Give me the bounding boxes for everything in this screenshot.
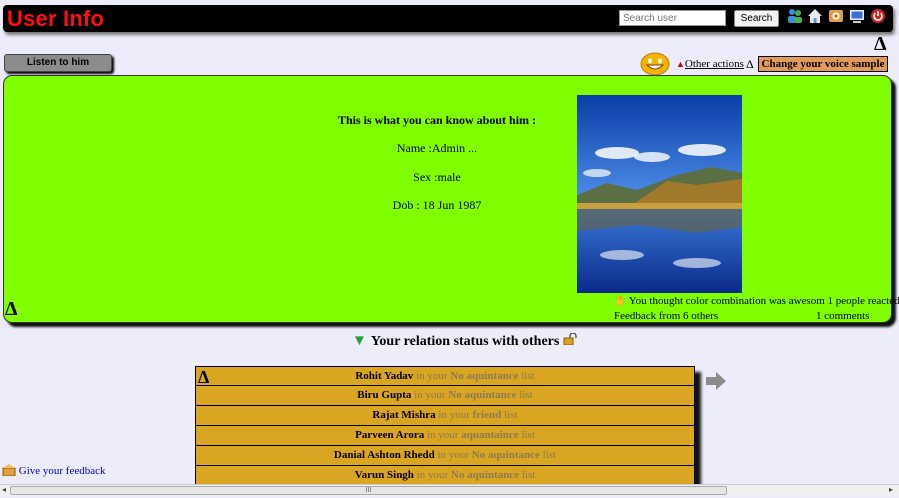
scrollbar-thumb[interactable]: III bbox=[10, 486, 727, 495]
collapse-toggle-top[interactable]: Δ bbox=[874, 33, 887, 56]
triangle-down-icon[interactable]: ▼ bbox=[352, 333, 367, 349]
list-item[interactable]: Varun Singh in your No aquintance list bbox=[195, 466, 695, 484]
list-item[interactable]: Δ Rohit Yadav in your No aquintance list bbox=[195, 366, 695, 388]
home-icon[interactable] bbox=[807, 8, 823, 24]
delta-icon[interactable]: Δ bbox=[746, 57, 754, 72]
scroll-right-icon[interactable]: ▸ bbox=[889, 485, 893, 494]
list-item[interactable]: Danial Ashton Rhedd in your No aquintanc… bbox=[195, 446, 695, 466]
power-icon[interactable] bbox=[870, 8, 886, 24]
search-input[interactable] bbox=[619, 10, 726, 26]
relation-title: ▼ Your relation status with others bbox=[352, 332, 577, 350]
comments-count[interactable]: 1 comments bbox=[816, 310, 869, 322]
reaction-text[interactable]: ✋ You thought color combination was awes… bbox=[614, 295, 899, 307]
triangle-up-icon: ▲ bbox=[676, 59, 685, 69]
change-voice-button[interactable]: Change your voice sample bbox=[758, 56, 888, 72]
feedback-count[interactable]: Feedback from 6 others bbox=[614, 310, 718, 322]
profile-panel: This is what you can know about him : Na… bbox=[3, 75, 899, 323]
horizontal-scrollbar[interactable]: ◂ III ▸ bbox=[0, 484, 899, 496]
feedback-link[interactable]: Give your feedback bbox=[2, 464, 106, 477]
users-icon[interactable] bbox=[787, 8, 803, 24]
page-title: User Info bbox=[7, 6, 105, 31]
collapse-toggle-list[interactable]: Δ bbox=[198, 366, 209, 388]
smiley-icon[interactable] bbox=[640, 52, 670, 76]
unlock-icon[interactable] bbox=[563, 332, 577, 346]
other-actions-label: Other actions bbox=[684, 58, 744, 70]
settings-icon[interactable] bbox=[828, 8, 844, 24]
next-arrow-icon[interactable] bbox=[706, 372, 726, 390]
listen-button[interactable]: Listen to him bbox=[4, 54, 112, 72]
monitor-icon[interactable] bbox=[849, 8, 865, 24]
list-item[interactable]: Rajat Mishra in your friend list bbox=[195, 406, 695, 426]
other-actions-link[interactable]: ▲Other actions bbox=[676, 58, 744, 70]
collapse-toggle-bottom[interactable]: Δ bbox=[5, 298, 18, 321]
scroll-left-icon[interactable]: ◂ bbox=[2, 485, 6, 494]
list-item[interactable]: Biru Gupta in your No aquintance list bbox=[195, 386, 695, 406]
list-item[interactable]: Parveen Arora in your aquantaince list bbox=[195, 426, 695, 446]
profile-photo bbox=[577, 95, 742, 293]
relation-list: Δ Rohit Yadav in your No aquintance list… bbox=[195, 366, 695, 484]
feedback-icon bbox=[2, 464, 16, 476]
top-bar: User Info Search bbox=[3, 5, 893, 32]
search-button[interactable]: Search bbox=[734, 10, 779, 27]
hand-icon: ✋ bbox=[614, 296, 627, 307]
